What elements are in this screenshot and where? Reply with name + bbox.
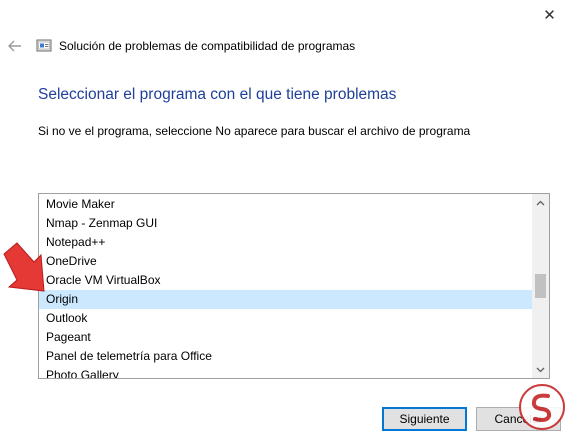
chevron-down-icon: [536, 367, 545, 372]
list-item[interactable]: OneDrive: [39, 252, 532, 271]
back-button[interactable]: [6, 37, 24, 55]
list-item[interactable]: Pageant: [39, 328, 532, 347]
compatibility-troubleshooter-icon: [36, 38, 52, 54]
chevron-up-icon: [536, 200, 545, 205]
next-button[interactable]: Siguiente: [382, 407, 467, 431]
red-arrow-annotation-icon: [3, 242, 45, 292]
program-list-items: Movie Maker Nmap - Zenmap GUI Notepad++ …: [39, 195, 532, 378]
close-icon: ✕: [543, 7, 556, 24]
watermark-logo-icon: [519, 384, 565, 430]
list-item[interactable]: Movie Maker: [39, 195, 532, 214]
scrollbar-thumb[interactable]: [535, 274, 546, 298]
list-item-selected[interactable]: Origin: [39, 290, 532, 309]
wizard-title: Solución de problemas de compatibilidad …: [59, 39, 356, 53]
close-button[interactable]: ✕: [528, 0, 571, 30]
page-heading: Seleccionar el programa con el que tiene…: [38, 86, 397, 103]
list-item[interactable]: Photo Gallery: [39, 366, 532, 378]
title-bar: ✕: [0, 0, 571, 32]
list-item[interactable]: Panel de telemetría para Office: [39, 347, 532, 366]
list-item[interactable]: Notepad++: [39, 233, 532, 252]
program-list[interactable]: Movie Maker Nmap - Zenmap GUI Notepad++ …: [38, 193, 550, 379]
instruction-text: Si no ve el programa, seleccione No apar…: [38, 124, 471, 138]
scroll-up-button[interactable]: [532, 194, 549, 211]
list-item[interactable]: Oracle VM VirtualBox: [39, 271, 532, 290]
scroll-down-button[interactable]: [532, 361, 549, 378]
wizard-header: Solución de problemas de compatibilidad …: [0, 32, 571, 60]
back-arrow-icon: [8, 40, 21, 52]
vertical-scrollbar[interactable]: [532, 194, 549, 378]
list-item[interactable]: Outlook: [39, 309, 532, 328]
list-item[interactable]: Nmap - Zenmap GUI: [39, 214, 532, 233]
